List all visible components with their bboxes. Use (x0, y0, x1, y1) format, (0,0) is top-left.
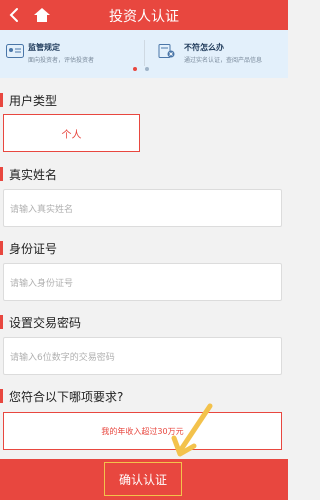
user-type-label: 用户类型 (9, 93, 58, 108)
banner-right-title: 不符怎么办 (184, 43, 224, 52)
pager-dot (145, 67, 149, 71)
pager-dot-active (133, 67, 137, 71)
real-name-heading: 真实姓名 (0, 166, 57, 182)
trade-password-input[interactable]: 请输入6位数字的交易密码 (3, 337, 282, 375)
banner-left-title: 监管规定 (28, 43, 60, 52)
document-x-icon (158, 44, 175, 58)
requirement-label: 您符合以下哪项要求? (9, 389, 124, 404)
user-type-heading: 用户类型 (0, 92, 57, 108)
real-name-label: 真实姓名 (9, 167, 58, 182)
user-type-personal-button[interactable]: 个人 (3, 114, 140, 152)
app-header: 投资人认证 (0, 0, 288, 30)
footer-bar: 确认认证 (0, 459, 288, 500)
section-accent-bar (0, 93, 3, 107)
real-name-input[interactable]: 请输入真实姓名 (3, 189, 282, 227)
section-accent-bar (0, 389, 3, 403)
tutorial-arrow-icon (171, 403, 213, 457)
requirement-heading: 您符合以下哪项要求? (0, 388, 123, 404)
income-requirement-option[interactable]: 我的年收入超过30万元 (3, 412, 282, 450)
banner-left-subtitle: 面向投资者，评估投资者 (28, 57, 95, 64)
info-banner[interactable]: 监管规定 面向投资者，评估投资者 不符怎么办 通过实名认证，查阅产品信息 (0, 30, 288, 78)
id-number-input[interactable]: 请输入身份证号 (3, 263, 282, 301)
confirm-button[interactable]: 确认认证 (104, 462, 182, 496)
section-accent-bar (0, 241, 3, 255)
trade-password-label: 设置交易密码 (9, 315, 82, 330)
section-accent-bar (0, 167, 3, 181)
id-number-label: 身份证号 (9, 241, 58, 256)
banner-right-subtitle: 通过实名认证，查阅产品信息 (184, 57, 263, 64)
id-number-heading: 身份证号 (0, 240, 57, 256)
banner-divider (144, 40, 145, 66)
section-accent-bar (0, 315, 3, 329)
trade-password-heading: 设置交易密码 (0, 314, 81, 330)
id-card-icon (6, 44, 24, 58)
page-title: 投资人认证 (109, 9, 179, 25)
